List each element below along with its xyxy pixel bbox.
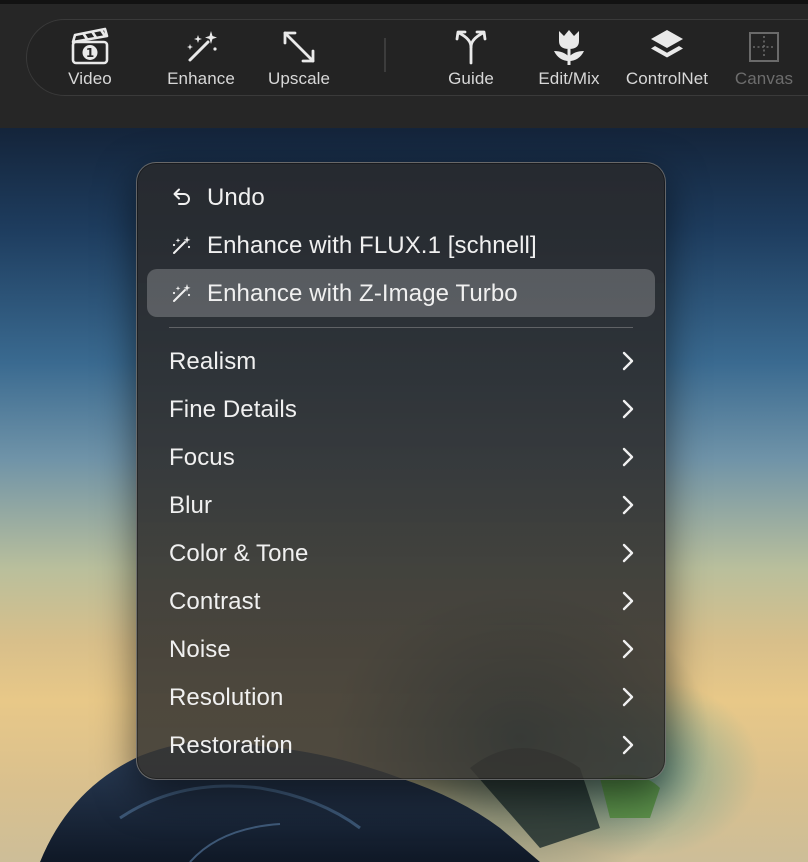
toolbar-enhance-label: Enhance — [167, 69, 235, 88]
submenu-label: Restoration — [169, 732, 293, 759]
submenu-label: Resolution — [169, 684, 284, 711]
magic-wand-icon — [169, 233, 193, 257]
toolbar-video-label: Video — [68, 69, 112, 88]
toolbar-editmix-button[interactable]: Edit/Mix — [521, 26, 617, 92]
chevron-right-icon — [622, 447, 634, 467]
toolbar-guide-button[interactable]: Guide — [423, 26, 519, 92]
toolbar-controlnet-label: ControlNet — [625, 69, 709, 88]
submenu-contrast[interactable]: Contrast — [147, 577, 655, 625]
submenu-label: Realism — [169, 348, 257, 375]
canvas-grid-icon — [742, 26, 786, 68]
toolbar-divider — [384, 38, 386, 72]
menu-item-enhance-zimage[interactable]: Enhance with Z-Image Turbo — [147, 269, 655, 317]
toolbar-upscale-button[interactable]: Upscale — [251, 26, 347, 92]
submenu-realism[interactable]: Realism — [147, 337, 655, 385]
magic-wand-icon — [179, 26, 223, 68]
submenu-fine-details[interactable]: Fine Details — [147, 385, 655, 433]
toolbar-controlnet-button[interactable]: ControlNet — [619, 26, 715, 92]
expand-arrows-icon — [277, 26, 321, 68]
chevron-right-icon — [622, 639, 634, 659]
submenu-label: Fine Details — [169, 396, 297, 423]
menu-item-label: Undo — [207, 184, 265, 211]
toolbar-canvas-label: Canvas — [734, 69, 794, 88]
chevron-right-icon — [622, 543, 634, 563]
svg-text:1: 1 — [86, 46, 94, 60]
menu-item-undo[interactable]: Undo — [147, 173, 655, 221]
toolbar-video-button[interactable]: 1 Video — [42, 26, 138, 92]
chevron-right-icon — [622, 735, 634, 755]
toolbar-enhance-button[interactable]: Enhance — [153, 26, 249, 92]
top-toolbar: 1 Video Enhance Upscale Guide Edit/Mix C… — [0, 0, 808, 128]
submenu-focus[interactable]: Focus — [147, 433, 655, 481]
magic-wand-icon — [169, 281, 193, 305]
toolbar-canvas-button[interactable]: Canvas — [716, 26, 808, 92]
submenu-label: Blur — [169, 492, 213, 519]
undo-icon — [169, 185, 193, 209]
toolbar-guide-label: Guide — [448, 69, 494, 88]
submenu-label: Noise — [169, 636, 231, 663]
submenu-restoration[interactable]: Restoration — [147, 721, 655, 769]
tulip-icon — [547, 26, 591, 68]
menu-item-label: Enhance with FLUX.1 [schnell] — [207, 232, 537, 259]
menu-separator — [169, 327, 633, 328]
layers-icon — [645, 26, 689, 68]
chevron-right-icon — [622, 399, 634, 419]
enhance-context-menu: Undo Enhance with FLUX.1 [schnell] Enhan — [136, 162, 666, 780]
chevron-right-icon — [622, 351, 634, 371]
clapperboard-icon: 1 — [68, 26, 112, 68]
submenu-color-tone[interactable]: Color & Tone — [147, 529, 655, 577]
submenu-label: Color & Tone — [169, 540, 309, 567]
menu-item-label: Enhance with Z-Image Turbo — [207, 280, 518, 307]
submenu-label: Contrast — [169, 588, 261, 615]
menu-item-enhance-flux[interactable]: Enhance with FLUX.1 [schnell] — [147, 221, 655, 269]
submenu-noise[interactable]: Noise — [147, 625, 655, 673]
submenu-blur[interactable]: Blur — [147, 481, 655, 529]
chevron-right-icon — [622, 687, 634, 707]
chevron-right-icon — [622, 591, 634, 611]
fork-icon — [449, 26, 493, 68]
toolbar-editmix-label: Edit/Mix — [538, 69, 600, 88]
submenu-resolution[interactable]: Resolution — [147, 673, 655, 721]
chevron-right-icon — [622, 495, 634, 515]
submenu-label: Focus — [169, 444, 235, 471]
toolbar-upscale-label: Upscale — [267, 69, 331, 88]
